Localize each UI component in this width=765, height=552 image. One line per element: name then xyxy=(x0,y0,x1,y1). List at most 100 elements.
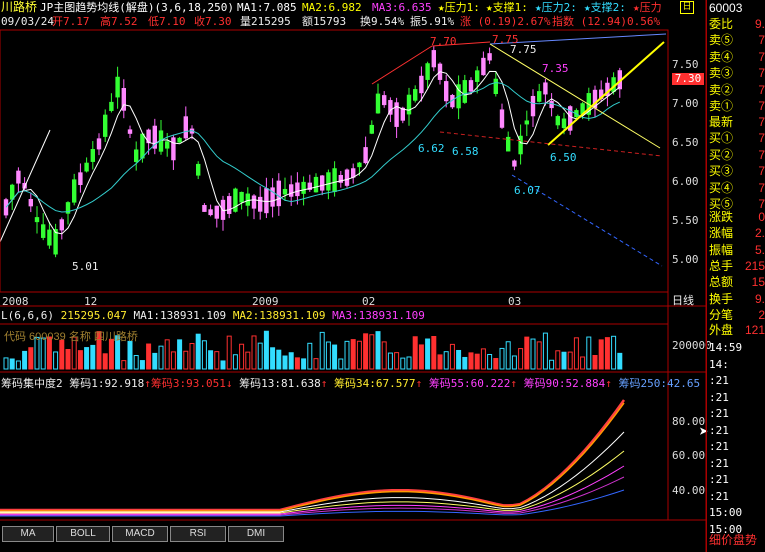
buy-row[interactable]: 买① 7 xyxy=(709,130,765,146)
tick-time: :21 xyxy=(709,407,729,420)
tab-macd[interactable]: MACD xyxy=(112,526,168,542)
stat-row: 分笔 2 xyxy=(709,307,765,323)
volume-bar xyxy=(449,343,455,370)
volume-bar xyxy=(325,341,331,370)
volume-bar xyxy=(59,339,65,370)
volume-bar xyxy=(301,358,307,370)
detail-link[interactable]: 细价盘势 xyxy=(709,532,765,548)
tab-rsi[interactable]: RSI xyxy=(170,526,226,542)
candle xyxy=(196,161,201,180)
outer-label: 外盘 xyxy=(709,323,734,337)
candle xyxy=(301,176,306,206)
period-daily[interactable]: 日线 xyxy=(672,295,694,307)
candle xyxy=(96,133,102,156)
chip-1: 筹码1:92.918 xyxy=(69,377,145,390)
annotation-6-07: 6.07 xyxy=(514,184,541,197)
volume-bar xyxy=(518,348,524,370)
pressure2-label: ★压力2: xyxy=(535,1,577,14)
candle xyxy=(338,170,343,188)
chip-250: 筹码250:42.65 xyxy=(618,377,701,390)
volume-bar xyxy=(363,333,369,370)
candle xyxy=(208,204,213,217)
candle xyxy=(103,109,108,143)
candle xyxy=(313,173,319,193)
candle xyxy=(512,159,517,171)
tab-ma[interactable]: MA xyxy=(2,526,54,542)
volume-bar xyxy=(549,359,555,370)
candle xyxy=(518,124,523,165)
chip-header: 筹码集中度2 筹码1:92.918↑筹码3:93.051↓ 筹码13:81.63… xyxy=(1,377,701,390)
outer-row: 外盘 121 xyxy=(709,322,765,338)
close-chart-button[interactable]: 日 xyxy=(680,1,694,14)
volume-bar xyxy=(406,356,412,370)
volume-bar xyxy=(220,360,226,370)
quote-open: 开7.17 xyxy=(52,15,90,28)
candlestick-series xyxy=(3,46,622,258)
volume-bar xyxy=(437,354,443,370)
volume-bar xyxy=(226,335,232,370)
buy-value: 7 xyxy=(758,147,765,162)
volume-bar xyxy=(22,350,28,370)
side-code: 60003 xyxy=(709,1,743,15)
indicator-tab-bar: MA BOLL MACD RSI DMI xyxy=(0,522,706,552)
candle xyxy=(487,47,492,65)
candle xyxy=(59,217,64,240)
chip-axis-label: 60.00 xyxy=(672,449,706,462)
volume-bar xyxy=(214,351,220,370)
candle xyxy=(41,213,46,241)
volume-bar xyxy=(319,331,325,370)
annotation-6-62: 6.62 xyxy=(418,142,445,155)
main-chart-canvas[interactable] xyxy=(0,0,706,552)
volume-bar xyxy=(425,338,431,370)
volume-bar xyxy=(487,353,493,370)
volume-bar xyxy=(152,352,158,370)
buy-row[interactable]: 买② 7 xyxy=(709,147,765,163)
chart-title: JP主图趋势均线(解盘)(3,6,18,250) xyxy=(40,2,234,14)
candle xyxy=(183,106,188,141)
annotation-7-70: 7.70 xyxy=(430,35,457,48)
volume-bar xyxy=(580,356,586,370)
volume-bar xyxy=(232,354,238,370)
volume-bar xyxy=(251,335,257,370)
stat-row: 涨幅 2. xyxy=(709,225,765,241)
outer-value: 121 xyxy=(744,323,765,337)
latest-row: 最新 7 xyxy=(709,114,765,130)
candle xyxy=(344,168,350,188)
volume-bar xyxy=(617,352,623,370)
candle xyxy=(177,136,182,143)
sell-row[interactable]: 卖④ 7 xyxy=(709,49,765,65)
candle xyxy=(140,133,145,163)
stat-label: 总额 xyxy=(709,275,734,290)
candle xyxy=(72,173,77,206)
tab-dmi[interactable]: DMI xyxy=(228,526,284,542)
volume-bar xyxy=(573,337,579,370)
sell-row[interactable]: 卖③ 7 xyxy=(709,65,765,81)
buy-row[interactable]: 买④ 7 xyxy=(709,180,765,196)
volume-bar xyxy=(90,344,96,370)
tick-time: :21 xyxy=(709,489,729,503)
volume-bar xyxy=(270,347,276,370)
candle xyxy=(394,97,399,138)
volume-bar xyxy=(164,339,170,370)
volume-bar xyxy=(542,332,548,370)
volume-bar xyxy=(183,350,189,370)
time-axis-label: 02 xyxy=(362,295,376,308)
candle xyxy=(549,93,554,117)
sell-row[interactable]: 卖① 7 xyxy=(709,98,765,114)
tick-time: :21 xyxy=(709,456,729,470)
quote-amount: 额15793 xyxy=(302,15,347,28)
candle xyxy=(462,74,467,104)
annotation-6-58: 6.58 xyxy=(452,145,479,158)
buy-row[interactable]: 买③ 7 xyxy=(709,163,765,179)
tab-boll[interactable]: BOLL xyxy=(56,526,110,542)
quote-close: 收7.30 xyxy=(194,15,232,28)
sell-row[interactable]: 卖⑤ 7 xyxy=(709,32,765,48)
candle xyxy=(375,83,381,114)
ma-line-short xyxy=(5,70,621,235)
sell-value: 7 xyxy=(758,33,765,47)
volume-bar xyxy=(356,340,362,370)
sell-value: 7 xyxy=(758,66,765,80)
stat-row: 涨跌 0 xyxy=(709,209,765,225)
candle xyxy=(425,61,430,89)
sell-row[interactable]: 卖② 7 xyxy=(709,82,765,98)
